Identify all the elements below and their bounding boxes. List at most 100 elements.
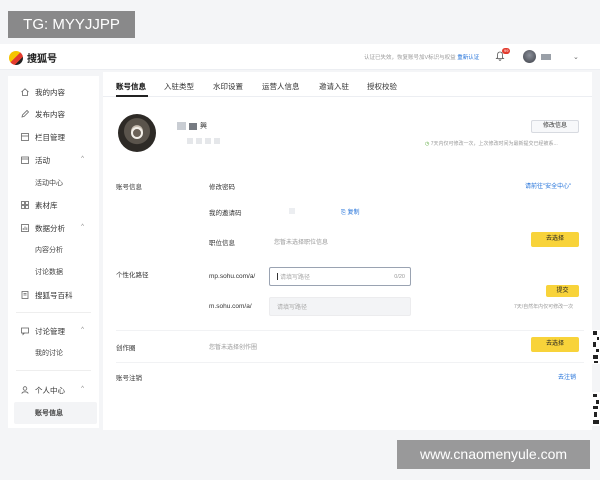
tab-settle-type[interactable]: 入驻类型 bbox=[164, 81, 194, 92]
mp-path-input[interactable]: 请填写路径 0/20 bbox=[269, 267, 411, 286]
avatar-photo-detail bbox=[131, 127, 143, 139]
user-icon bbox=[21, 386, 29, 394]
blur-block bbox=[196, 138, 202, 144]
watermark-bottom-right: www.cnaomenyule.com bbox=[397, 440, 590, 469]
sidebar-divider bbox=[16, 370, 91, 371]
chevron-up-icon[interactable]: ^ bbox=[81, 224, 84, 230]
tab-invite[interactable]: 邀请入驻 bbox=[319, 81, 349, 92]
tab-operator-info[interactable]: 运营人信息 bbox=[262, 81, 300, 92]
sidebar: 我的内容 发布内容 栏目管理 活动 ^ 活动中心 素材库 数据分析 ^ 内容分析… bbox=[8, 76, 99, 428]
m-path-placeholder: 请填写路径 bbox=[277, 305, 308, 311]
sidebar-item-content-analysis[interactable]: 内容分析 bbox=[8, 239, 99, 261]
sidebar-divider bbox=[16, 312, 91, 313]
choose-circle-button[interactable]: 去选择 bbox=[531, 337, 579, 352]
sohu-fox-icon bbox=[9, 50, 23, 65]
sidebar-item-label: 账号信息 bbox=[35, 410, 63, 417]
tab-bar: 账号信息 入驻类型 水印设置 运营人信息 邀请入驻 授权校验 bbox=[103, 72, 592, 97]
qr-code-fragment bbox=[592, 392, 600, 426]
copy-invite-code-link[interactable]: ⎘ 复制 bbox=[341, 207, 360, 217]
edit-info-hint-text: 7天内仅可修改一次，上次修改时间为最新提交已经被系... bbox=[430, 141, 558, 147]
profile-avatar[interactable] bbox=[118, 114, 156, 152]
m-path-label: m.sohu.com/a/ bbox=[209, 303, 252, 310]
blur-block bbox=[214, 138, 220, 144]
sidebar-item-account-info[interactable]: 账号信息 bbox=[14, 402, 97, 424]
section-account-info: 账号信息 bbox=[116, 184, 142, 191]
user-name-blurred bbox=[541, 54, 551, 60]
notification-badge: 99 bbox=[502, 48, 511, 54]
copy-link-text: 复制 bbox=[347, 210, 360, 216]
edit-info-button[interactable]: 修改信息 bbox=[531, 120, 579, 133]
sidebar-item-label: 讨论管理 bbox=[35, 326, 65, 336]
blur-block bbox=[187, 138, 193, 144]
sidebar-item-label: 发布内容 bbox=[35, 109, 65, 119]
tab-watermark[interactable]: 水印设置 bbox=[213, 81, 243, 92]
auth-notice-text: 认证已失效，恢复账号加V标识与权益 bbox=[364, 55, 456, 61]
app-window: 搜狐号 认证已失效，恢复账号加V标识与权益 重新认证 99 ⌄ 我的内容 发布内… bbox=[0, 0, 600, 480]
active-tab-indicator bbox=[116, 95, 148, 97]
edit-info-hint: ◷ 7天内仅可修改一次，上次修改时间为最新提交已经被系... bbox=[425, 140, 558, 147]
row-divider bbox=[116, 330, 584, 331]
chevron-down-icon[interactable]: ⌄ bbox=[573, 53, 579, 61]
tab-account-info[interactable]: 账号信息 bbox=[116, 81, 146, 92]
sidebar-item-label: 我的内容 bbox=[35, 87, 65, 97]
pen-icon bbox=[21, 109, 30, 118]
qr-code-fragment bbox=[592, 330, 600, 364]
sidebar-item-discussion-data[interactable]: 讨论数据 bbox=[8, 261, 99, 283]
row-divider bbox=[116, 362, 584, 363]
sidebar-item-activity-center[interactable]: 活动中心 bbox=[8, 172, 99, 194]
tab-auth-check[interactable]: 授权校验 bbox=[367, 81, 397, 92]
invite-code-blurred bbox=[289, 208, 295, 214]
sidebar-item-columns[interactable]: 栏目管理 bbox=[8, 126, 99, 148]
cancel-account-link[interactable]: 去注销 bbox=[558, 372, 576, 381]
home-icon bbox=[21, 88, 29, 96]
sidebar-item-data-analysis[interactable]: 数据分析 ^ bbox=[8, 217, 99, 239]
name-blurred bbox=[189, 122, 197, 130]
m-path-input[interactable]: 请填写路径 bbox=[269, 297, 411, 316]
section-account-cancel: 账号注销 bbox=[116, 375, 142, 382]
mp-path-label: mp.sohu.com/a/ bbox=[209, 273, 256, 280]
creation-circle-placeholder: 您暂未选择创作圈 bbox=[209, 345, 258, 351]
user-avatar[interactable] bbox=[523, 50, 536, 63]
sidebar-item-label: 内容分析 bbox=[35, 247, 63, 254]
sidebar-item-personal-center[interactable]: 个人中心 ^ bbox=[8, 379, 99, 401]
sidebar-item-label: 活动 bbox=[35, 155, 50, 165]
sidebar-item-discussion-mgmt[interactable]: 讨论管理 ^ bbox=[8, 320, 99, 342]
section-custom-path: 个性化路径 bbox=[116, 272, 149, 279]
sidebar-item-label: 栏目管理 bbox=[35, 132, 65, 142]
invite-code-label: 我的邀请码 bbox=[209, 210, 242, 217]
security-center-link[interactable]: 请前往"安全中心" bbox=[525, 181, 571, 190]
sidebar-item-label: 搜狐号百科 bbox=[35, 290, 73, 300]
reauth-link[interactable]: 重新认证 bbox=[457, 55, 479, 61]
change-password-label: 修改密码 bbox=[209, 184, 235, 191]
clock-icon: ◷ bbox=[425, 141, 430, 147]
position-placeholder: 您暂未选择职位信息 bbox=[274, 240, 329, 246]
column-icon bbox=[21, 133, 29, 141]
sidebar-item-wiki[interactable]: 搜狐号百科 bbox=[8, 284, 99, 306]
sidebar-item-activity[interactable]: 活动 ^ bbox=[8, 149, 99, 171]
sidebar-item-label: 个人中心 bbox=[35, 385, 65, 395]
position-label: 职位信息 bbox=[209, 240, 235, 247]
name-blurred bbox=[177, 122, 186, 130]
sidebar-item-my-discussions[interactable]: 我的讨论 bbox=[8, 342, 99, 364]
submit-path-button[interactable]: 提交 bbox=[546, 285, 579, 297]
sidebar-item-materials[interactable]: 素材库 bbox=[8, 194, 99, 216]
chat-icon bbox=[21, 327, 29, 336]
logo[interactable]: 搜狐号 bbox=[9, 50, 57, 65]
chevron-up-icon[interactable]: ^ bbox=[81, 386, 84, 392]
grid-icon bbox=[21, 201, 29, 209]
sidebar-item-label: 数据分析 bbox=[35, 223, 65, 233]
main-panel: 账号信息 入驻类型 水印设置 运营人信息 邀请入驻 授权校验 興 修改信息 ◷ … bbox=[103, 72, 592, 430]
sidebar-item-publish[interactable]: 发布内容 bbox=[8, 103, 99, 125]
blur-block bbox=[205, 138, 211, 144]
chevron-up-icon[interactable]: ^ bbox=[81, 327, 84, 333]
sidebar-item-label: 活动中心 bbox=[35, 180, 63, 187]
sidebar-item-label: 讨论数据 bbox=[35, 269, 63, 276]
mp-path-placeholder: 请填写路径 bbox=[280, 275, 311, 281]
sidebar-item-my-content[interactable]: 我的内容 bbox=[8, 81, 99, 103]
top-bar: 搜狐号 认证已失效，恢复账号加V标识与权益 重新认证 99 ⌄ bbox=[0, 44, 600, 70]
chart-icon bbox=[21, 224, 29, 232]
section-creation-circle: 创作圈 bbox=[116, 345, 136, 352]
choose-position-button[interactable]: 去选择 bbox=[531, 232, 579, 247]
chevron-up-icon[interactable]: ^ bbox=[81, 156, 84, 162]
name-visible-char: 興 bbox=[200, 123, 207, 130]
